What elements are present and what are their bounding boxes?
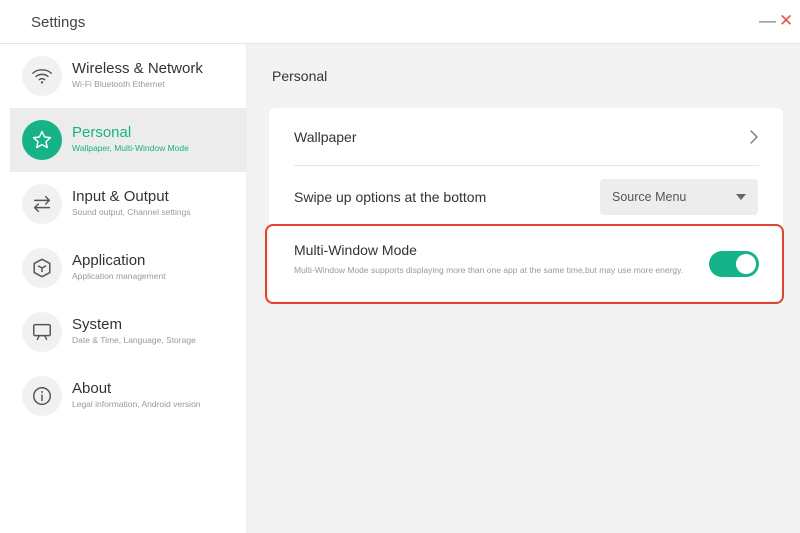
main-content: Personal Wallpaper Swipe up options at t…: [247, 44, 800, 533]
caret-down-icon: [736, 194, 746, 200]
cube-icon: [22, 248, 62, 288]
swipe-options-label: Swipe up options at the bottom: [294, 189, 487, 205]
monitor-icon: [22, 312, 62, 352]
toggle-knob: [736, 254, 756, 274]
sidebar: Wireless & Network Wi-Fi Bluetooth Ether…: [0, 44, 247, 533]
wallpaper-label[interactable]: Wallpaper: [294, 129, 357, 145]
sidebar-item-label: Wireless & Network: [72, 60, 203, 77]
sidebar-item-subtitle: Sound output, Channel settings: [72, 207, 191, 217]
dropdown-value: Source Menu: [612, 190, 687, 204]
sidebar-item-subtitle: Legal information, Android version: [72, 399, 201, 409]
swap-arrows-icon: [22, 184, 62, 224]
sidebar-item-subtitle: Date & Time, Language, Storage: [72, 335, 196, 345]
sidebar-item-label: System: [72, 316, 123, 333]
window-title: Settings: [31, 14, 86, 31]
settings-card: Wallpaper Swipe up options at the bottom…: [269, 108, 783, 301]
star-icon: [22, 120, 62, 160]
title-bar: Settings — ✕: [0, 0, 800, 44]
swipe-options-dropdown[interactable]: Source Menu: [600, 179, 758, 215]
wifi-icon: [22, 56, 62, 96]
multi-window-label: Multi-Window Mode: [294, 242, 417, 258]
info-icon: [22, 376, 62, 416]
sidebar-item-personal[interactable]: Personal Wallpaper, Multi-Window Mode: [10, 108, 246, 172]
sidebar-item-label: Personal: [72, 124, 132, 141]
multi-window-description: Multi-Window Mode supports displaying mo…: [294, 265, 684, 275]
divider: [294, 165, 759, 166]
sidebar-item-about[interactable]: About Legal information, Android version: [10, 364, 246, 428]
sidebar-item-subtitle: Wallpaper, Multi-Window Mode: [72, 143, 189, 153]
multi-window-toggle[interactable]: [709, 251, 759, 277]
chevron-right-icon[interactable]: [746, 129, 762, 145]
sidebar-item-label: Application: [72, 252, 146, 269]
minimize-button[interactable]: —: [759, 12, 776, 30]
sidebar-item-system[interactable]: System Date & Time, Language, Storage: [10, 300, 246, 364]
sidebar-item-label: Input & Output: [72, 188, 169, 205]
sidebar-item-label: About: [72, 380, 112, 397]
close-button[interactable]: ✕: [779, 12, 793, 30]
section-title: Personal: [272, 68, 328, 84]
sidebar-item-subtitle: Application management: [72, 271, 166, 281]
sidebar-item-wireless-network[interactable]: Wireless & Network Wi-Fi Bluetooth Ether…: [10, 44, 246, 108]
sidebar-item-application[interactable]: Application Application management: [10, 236, 246, 300]
sidebar-item-subtitle: Wi-Fi Bluetooth Ethernet: [72, 79, 165, 89]
sidebar-item-input-output[interactable]: Input & Output Sound output, Channel set…: [10, 172, 246, 236]
